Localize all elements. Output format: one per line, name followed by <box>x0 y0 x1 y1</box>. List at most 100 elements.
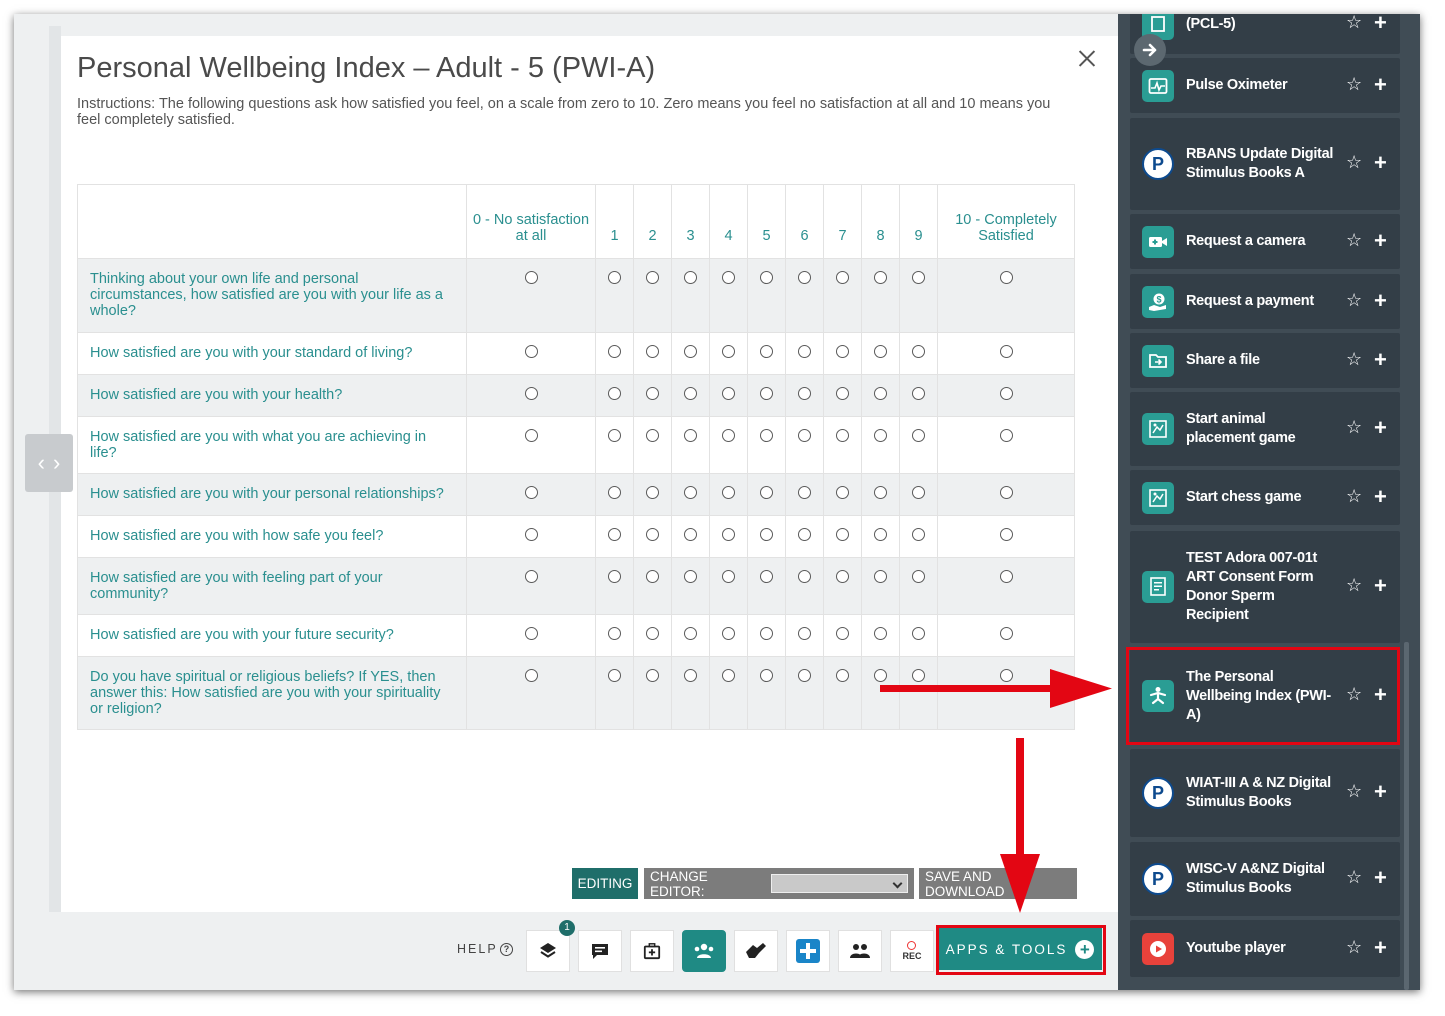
sidebar-scrollbar[interactable] <box>1404 642 1409 990</box>
answer-radio[interactable] <box>722 271 735 284</box>
answer-radio[interactable] <box>912 486 925 499</box>
favorite-star-icon[interactable]: ☆ <box>1346 230 1362 251</box>
answer-radio[interactable] <box>999 387 1013 400</box>
answer-radio[interactable] <box>524 669 538 682</box>
add-app-icon[interactable]: + <box>1374 936 1387 958</box>
sidebar-app-item[interactable]: (PCL-5) ☆ + <box>1130 14 1400 54</box>
help-label[interactable]: HELP <box>457 942 498 956</box>
answer-radio[interactable] <box>798 669 811 682</box>
close-icon[interactable] <box>1074 46 1100 72</box>
answer-radio[interactable] <box>912 429 925 442</box>
add-app-icon[interactable]: + <box>1374 485 1387 507</box>
add-app-icon[interactable]: + <box>1374 867 1387 889</box>
editing-button[interactable]: EDITING <box>572 868 638 899</box>
answer-radio[interactable] <box>646 528 659 541</box>
answer-radio[interactable] <box>608 345 621 358</box>
answer-radio[interactable] <box>684 429 697 442</box>
answer-radio[interactable] <box>836 528 849 541</box>
answer-radio[interactable] <box>798 429 811 442</box>
sidebar-app-item[interactable]: Pulse Oximeter ☆ + <box>1130 58 1400 113</box>
apps-and-tools-button[interactable]: APPS & TOOLS + <box>938 928 1102 970</box>
add-app-icon[interactable]: + <box>1374 152 1387 174</box>
answer-radio[interactable] <box>684 570 697 583</box>
answer-radio[interactable] <box>912 627 925 640</box>
answer-radio[interactable] <box>760 669 773 682</box>
record-button[interactable]: REC <box>890 930 934 972</box>
answer-radio[interactable] <box>760 627 773 640</box>
answer-radio[interactable] <box>999 345 1013 358</box>
answer-radio[interactable] <box>874 271 887 284</box>
help-icon[interactable]: ? <box>500 943 513 956</box>
answer-radio[interactable] <box>722 528 735 541</box>
answer-radio[interactable] <box>646 345 659 358</box>
answer-radio[interactable] <box>836 570 849 583</box>
answer-radio[interactable] <box>646 570 659 583</box>
answer-radio[interactable] <box>608 271 621 284</box>
answer-radio[interactable] <box>874 345 887 358</box>
answer-radio[interactable] <box>524 528 538 541</box>
answer-radio[interactable] <box>836 271 849 284</box>
answer-radio[interactable] <box>999 271 1013 284</box>
favorite-star-icon[interactable]: ☆ <box>1346 152 1362 173</box>
layers-button[interactable] <box>526 930 570 972</box>
add-app-icon[interactable]: + <box>1374 229 1387 251</box>
answer-radio[interactable] <box>646 271 659 284</box>
answer-radio[interactable] <box>722 429 735 442</box>
answer-radio[interactable] <box>524 627 538 640</box>
answer-radio[interactable] <box>684 486 697 499</box>
favorite-star-icon[interactable]: ☆ <box>1346 486 1362 507</box>
answer-radio[interactable] <box>646 627 659 640</box>
add-clinical-button[interactable] <box>786 930 830 972</box>
sidebar-app-item[interactable]: $ Request a payment ☆ + <box>1130 274 1400 329</box>
answer-radio[interactable] <box>760 387 773 400</box>
save-and-download-button[interactable]: SAVE AND DOWNLOAD <box>919 868 1077 899</box>
answer-radio[interactable] <box>999 429 1013 442</box>
answer-radio[interactable] <box>999 528 1013 541</box>
answer-radio[interactable] <box>608 486 621 499</box>
medical-kit-button[interactable] <box>630 930 674 972</box>
answer-radio[interactable] <box>874 486 887 499</box>
answer-radio[interactable] <box>608 387 621 400</box>
editor-select-dropdown[interactable] <box>771 874 908 893</box>
answer-radio[interactable] <box>798 570 811 583</box>
favorite-star-icon[interactable]: ☆ <box>1346 781 1362 802</box>
answer-radio[interactable] <box>836 387 849 400</box>
answer-radio[interactable] <box>912 528 925 541</box>
answer-radio[interactable] <box>722 486 735 499</box>
add-app-icon[interactable]: + <box>1374 289 1387 311</box>
answer-radio[interactable] <box>684 669 697 682</box>
answer-radio[interactable] <box>999 570 1013 583</box>
answer-radio[interactable] <box>722 669 735 682</box>
sidebar-app-item[interactable]: Start animal placement game ☆ + <box>1130 392 1400 466</box>
group-session-button[interactable] <box>682 930 726 972</box>
favorite-star-icon[interactable]: ☆ <box>1346 349 1362 370</box>
add-app-icon[interactable]: + <box>1374 684 1387 706</box>
sidebar-app-item[interactable]: P RBANS Update Digital Stimulus Books A ☆ + <box>1130 118 1400 210</box>
add-app-icon[interactable]: + <box>1374 14 1387 34</box>
answer-radio[interactable] <box>684 271 697 284</box>
add-app-icon[interactable]: + <box>1374 73 1387 95</box>
answer-radio[interactable] <box>760 570 773 583</box>
answer-radio[interactable] <box>684 387 697 400</box>
answer-radio[interactable] <box>760 486 773 499</box>
answer-radio[interactable] <box>836 627 849 640</box>
answer-radio[interactable] <box>836 669 849 682</box>
answer-radio[interactable] <box>722 627 735 640</box>
sign-language-button[interactable] <box>734 930 778 972</box>
answer-radio[interactable] <box>524 570 538 583</box>
answer-radio[interactable] <box>798 345 811 358</box>
answer-radio[interactable] <box>646 429 659 442</box>
favorite-star-icon[interactable]: ☆ <box>1346 290 1362 311</box>
answer-radio[interactable] <box>524 429 538 442</box>
answer-radio[interactable] <box>999 486 1013 499</box>
sidebar-app-item[interactable]: TEST Adora 007-01t ART Consent Form Dono… <box>1130 531 1400 643</box>
answer-radio[interactable] <box>912 570 925 583</box>
answer-radio[interactable] <box>760 528 773 541</box>
answer-radio[interactable] <box>874 528 887 541</box>
answer-radio[interactable] <box>524 387 538 400</box>
answer-radio[interactable] <box>646 486 659 499</box>
answer-radio[interactable] <box>798 387 811 400</box>
chat-button[interactable] <box>578 930 622 972</box>
add-app-icon[interactable]: + <box>1374 417 1387 439</box>
answer-radio[interactable] <box>524 486 538 499</box>
